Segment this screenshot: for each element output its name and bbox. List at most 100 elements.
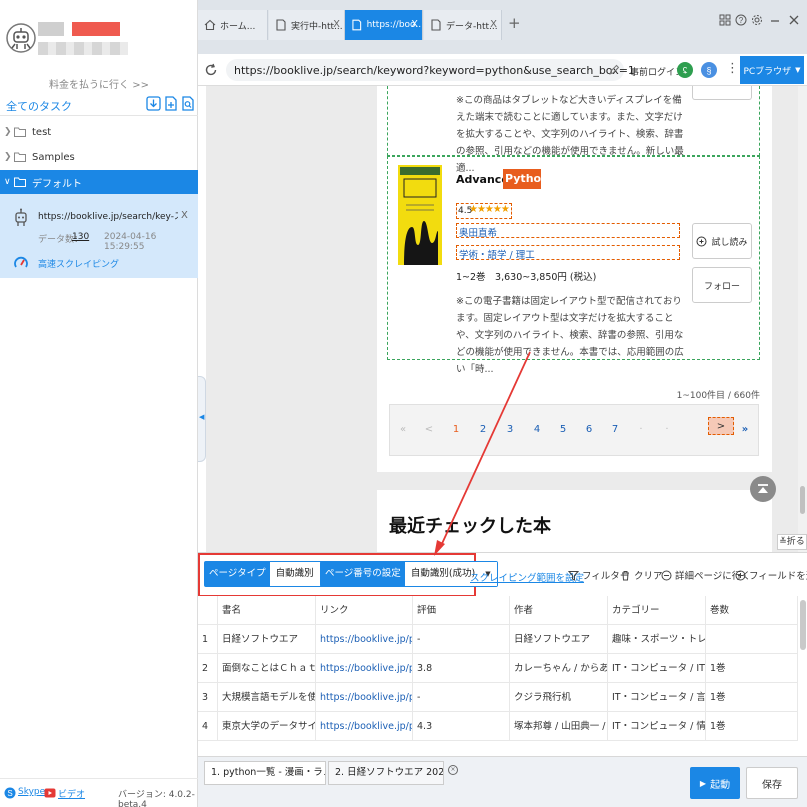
search-task-icon[interactable] xyxy=(180,96,195,111)
caret-down-icon: ▼ xyxy=(795,66,801,74)
page-6[interactable]: 6 xyxy=(580,421,598,439)
tree-item-test[interactable]: ❯ test xyxy=(0,120,198,144)
sheet-tab-1[interactable]: 1. python一覧 - 漫画・ラノベ（小... xyxy=(204,761,326,785)
page-5[interactable]: 5 xyxy=(554,421,572,439)
page-last[interactable]: » xyxy=(736,421,754,439)
page-7[interactable]: 7 xyxy=(606,421,624,439)
trial-read-button[interactable]: 試し読み xyxy=(692,223,752,259)
book-cover[interactable] xyxy=(398,165,442,265)
web-scrollbar[interactable] xyxy=(798,86,807,552)
close-icon[interactable]: X xyxy=(333,19,340,30)
page-3[interactable]: 3 xyxy=(501,421,519,439)
close-icon[interactable]: X xyxy=(181,210,188,221)
table-row[interactable]: 2 面倒なことはＣｈａｔＧＰ... https://booklive.jp/pr… xyxy=(198,654,798,683)
task-date: 2024-04-16 15:29:55 xyxy=(104,232,157,252)
fold-button[interactable]: ≚折る xyxy=(777,534,807,550)
add-field-button[interactable]: フィールドを追加 xyxy=(735,568,807,582)
scrape-range-link[interactable]: スクレイピング範囲を設定 xyxy=(470,570,584,584)
detail-icon xyxy=(661,570,672,580)
import-icon[interactable] xyxy=(146,96,161,111)
help-icon[interactable]: ? xyxy=(735,14,747,26)
result-item[interactable]: ※この商品はタブレットなど大きいディスプレイを備えた端末で読むことに適しています… xyxy=(387,86,760,174)
url-input[interactable]: https://booklive.jp/search/keyword?keywo… xyxy=(226,59,635,81)
column-author[interactable]: 作者 xyxy=(510,596,608,625)
tab-booklive[interactable]: https://boo... X xyxy=(345,10,423,40)
task-card[interactable]: https://booklive.jp/search/key-スクレイピン...… xyxy=(0,194,198,278)
page-4[interactable]: 4 xyxy=(528,421,546,439)
save-button[interactable]: 保存 xyxy=(746,767,798,799)
avatar[interactable] xyxy=(6,22,36,54)
scroll-thumb[interactable] xyxy=(800,486,805,514)
minimize-icon[interactable] xyxy=(769,14,781,26)
tab-running[interactable]: 実行中-htt... X xyxy=(269,10,345,40)
category-field[interactable]: 学術・語学 / 理工 xyxy=(456,245,680,261)
tree-item-default[interactable]: ∨ デフォルト xyxy=(0,170,198,194)
close-icon[interactable] xyxy=(788,14,800,26)
follow-button[interactable]: フォロー xyxy=(692,267,752,303)
data-count[interactable]: 130 xyxy=(72,232,89,242)
new-task-icon[interactable] xyxy=(163,96,178,111)
plus-circle-icon xyxy=(735,570,746,580)
tree-item-label: Samples xyxy=(32,151,75,163)
column-link[interactable]: リンク xyxy=(316,596,413,625)
table-row[interactable]: 4 東京大学のデータサイエン... https://booklive.jp/pr… xyxy=(198,712,798,741)
sheet-tab-2[interactable]: 2. 日経ソフトウエア 2024年5月号... xyxy=(328,761,444,785)
edit-icon[interactable] xyxy=(608,64,620,76)
close-icon[interactable]: × xyxy=(448,765,458,775)
item-action-button[interactable] xyxy=(692,86,752,100)
page-number-label: ページ番号の設定 xyxy=(321,562,405,586)
gear-icon[interactable] xyxy=(751,14,763,26)
table-row[interactable]: 3 大規模言語モデルを使いこ... https://booklive.jp/pr… xyxy=(198,683,798,712)
page-prev[interactable]: < xyxy=(420,421,438,439)
author-link[interactable]: 奥田直希 xyxy=(459,225,497,239)
task-url[interactable]: https://booklive.jp/search/key-スクレイピン... xyxy=(38,209,178,222)
column-rating[interactable]: 評価 xyxy=(413,596,510,625)
run-button[interactable]: ▶ 起動 xyxy=(690,767,740,799)
tab-home[interactable]: ホーム... xyxy=(198,10,268,40)
sidebar-collapse-handle[interactable]: ◀ xyxy=(198,376,206,462)
skype-link[interactable]: Skype xyxy=(18,787,45,797)
close-icon[interactable]: X xyxy=(411,19,418,30)
extension-green-icon[interactable]: ʢ xyxy=(676,61,694,79)
skype-icon[interactable]: S xyxy=(4,787,16,799)
author-field[interactable]: 奥田直希 xyxy=(456,223,680,239)
video-link[interactable]: ビデオ xyxy=(58,787,85,800)
book-icon xyxy=(696,236,707,246)
search-results: ※この商品はタブレットなど大きいディスプレイを備えた端末で読むことに適しています… xyxy=(377,86,772,472)
rating-field[interactable]: 4.5 ★★★★★ xyxy=(456,203,512,219)
page-2[interactable]: 2 xyxy=(474,421,492,439)
extension-blue-icon[interactable]: § xyxy=(700,61,718,79)
new-tab-button[interactable]: + xyxy=(508,14,521,32)
page-type-select[interactable]: ページタイプ 自動識別▼ xyxy=(204,561,337,587)
scroll-top-button[interactable] xyxy=(750,476,776,502)
category-link[interactable]: 学術・語学 / 理工 xyxy=(459,247,535,261)
bottom-bar: 1. python一覧 - 漫画・ラノベ（小... 2. 日経ソフトウエア 20… xyxy=(198,756,807,807)
book-title-highlight[interactable]: Python xyxy=(503,169,549,189)
folder-open-icon xyxy=(14,177,26,187)
pc-browser-button[interactable]: PCブラウザ ▼ xyxy=(740,56,804,84)
grid-icon[interactable] xyxy=(719,14,731,26)
column-volumes[interactable]: 巻数 xyxy=(706,596,798,625)
task-mode[interactable]: 高速スクレイピング xyxy=(38,257,119,270)
page-next[interactable]: > xyxy=(708,417,734,435)
result-item[interactable]: Advanced Python 4.5 ★★★★★ 奥田直希 学術・語学 / 理… xyxy=(387,156,760,375)
tree-item-samples[interactable]: ❯ Samples xyxy=(0,145,198,169)
reload-icon[interactable] xyxy=(204,63,218,77)
more-menu-icon[interactable]: ⋮ xyxy=(726,61,739,76)
column-category[interactable]: カテゴリー xyxy=(608,596,706,625)
pay-link[interactable]: 料金を払うに行く >> xyxy=(0,76,198,91)
video-icon[interactable] xyxy=(44,787,56,799)
chevron-left-icon: ◀ xyxy=(199,413,205,421)
clear-button[interactable]: クリア xyxy=(620,568,663,582)
filter-icon xyxy=(568,570,579,581)
username-redacted xyxy=(38,22,120,36)
folder-icon xyxy=(14,127,26,137)
tab-data[interactable]: データ-htt... X xyxy=(424,10,502,40)
table-scrollbar[interactable] xyxy=(800,600,806,650)
close-icon[interactable]: X xyxy=(490,19,497,30)
all-tasks-title[interactable]: 全てのタスク xyxy=(6,98,72,114)
table-row[interactable]: 1 日経ソフトウエア https://booklive.jp/product/i… xyxy=(198,625,798,654)
page-1[interactable]: 1 xyxy=(447,421,465,439)
column-title[interactable]: 書名 xyxy=(218,596,316,625)
page-first[interactable]: « xyxy=(394,421,412,439)
